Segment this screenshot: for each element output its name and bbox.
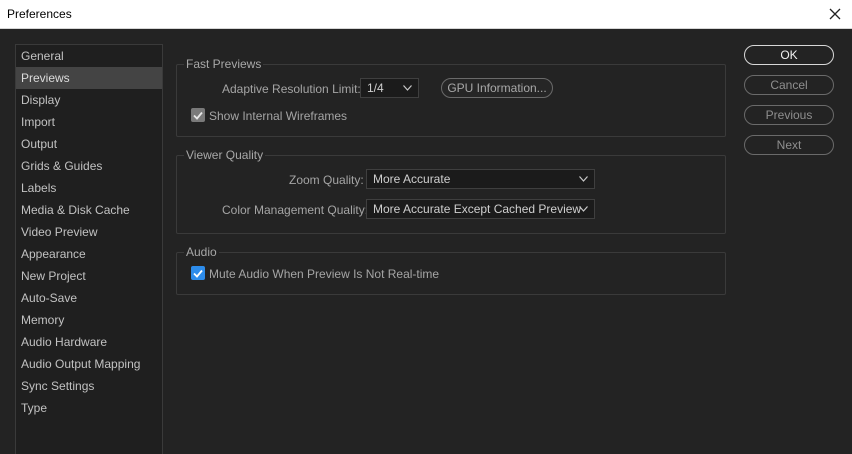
checkmark-icon: [193, 111, 203, 120]
resolution-limit-value: 1/4: [367, 81, 384, 95]
resolution-limit-label: Adaptive Resolution Limit:: [222, 82, 361, 96]
sidebar-item-audio-output-mapping[interactable]: Audio Output Mapping: [16, 353, 162, 375]
viewer-quality-group: [176, 155, 726, 234]
window-title: Preferences: [7, 7, 72, 21]
sidebar-item-video-preview[interactable]: Video Preview: [16, 221, 162, 243]
color-management-value: More Accurate Except Cached Preview: [373, 202, 582, 216]
sidebar-item-type[interactable]: Type: [16, 397, 162, 419]
close-button[interactable]: [818, 0, 852, 28]
next-button[interactable]: Next: [744, 135, 834, 155]
resolution-limit-dropdown[interactable]: 1/4: [360, 78, 419, 98]
mute-audio-label: Mute Audio When Preview Is Not Real-time: [209, 267, 440, 281]
title-bar: Preferences: [0, 0, 852, 29]
checkmark-icon: [193, 269, 203, 278]
preferences-sidebar: General Previews Display Import Output G…: [15, 44, 163, 454]
sidebar-item-media-disk-cache[interactable]: Media & Disk Cache: [16, 199, 162, 221]
sidebar-item-appearance[interactable]: Appearance: [16, 243, 162, 265]
sidebar-item-general[interactable]: General: [16, 45, 162, 67]
sidebar-item-import[interactable]: Import: [16, 111, 162, 133]
color-management-dropdown[interactable]: More Accurate Except Cached Preview: [366, 199, 595, 219]
sidebar-item-new-project[interactable]: New Project: [16, 265, 162, 287]
previous-button[interactable]: Previous: [744, 105, 834, 125]
chevron-down-icon: [579, 176, 588, 182]
sidebar-item-memory[interactable]: Memory: [16, 309, 162, 331]
zoom-quality-label: Zoom Quality:: [289, 173, 364, 187]
sidebar-item-grids-guides[interactable]: Grids & Guides: [16, 155, 162, 177]
viewer-quality-title: Viewer Quality: [184, 148, 266, 162]
sidebar-item-labels[interactable]: Labels: [16, 177, 162, 199]
sidebar-item-previews[interactable]: Previews: [16, 67, 162, 89]
cancel-button[interactable]: Cancel: [744, 75, 834, 95]
show-wireframes-checkbox[interactable]: [191, 108, 205, 122]
fast-previews-group: [176, 64, 726, 137]
close-icon: [829, 8, 841, 20]
sidebar-item-auto-save[interactable]: Auto-Save: [16, 287, 162, 309]
chevron-down-icon: [579, 206, 588, 212]
audio-title: Audio: [184, 245, 219, 259]
color-management-label: Color Management Quality:: [222, 203, 369, 217]
mute-audio-checkbox[interactable]: [191, 266, 205, 280]
chevron-down-icon: [403, 85, 412, 91]
sidebar-item-display[interactable]: Display: [16, 89, 162, 111]
show-wireframes-label: Show Internal Wireframes: [209, 109, 348, 123]
fast-previews-title: Fast Previews: [184, 57, 264, 71]
sidebar-item-output[interactable]: Output: [16, 133, 162, 155]
gpu-information-button[interactable]: GPU Information...: [441, 78, 553, 98]
ok-button[interactable]: OK: [744, 45, 834, 65]
sidebar-item-sync-settings[interactable]: Sync Settings: [16, 375, 162, 397]
zoom-quality-dropdown[interactable]: More Accurate: [366, 169, 595, 189]
zoom-quality-value: More Accurate: [373, 172, 451, 186]
sidebar-item-audio-hardware[interactable]: Audio Hardware: [16, 331, 162, 353]
